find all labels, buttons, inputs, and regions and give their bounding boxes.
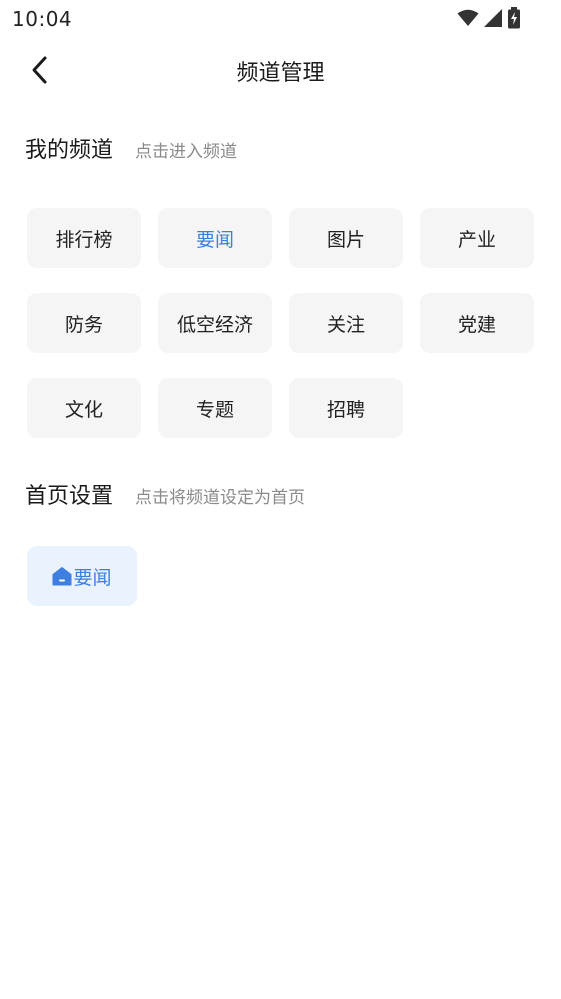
channel-management-page: 10:04 频道管理 我的频道 点击进入频道 排行榜 要闻 图片 产业 防务 低…: [0, 0, 561, 999]
channel-chip[interactable]: 关注: [289, 293, 403, 353]
status-bar: 10:04: [0, 0, 561, 36]
my-channels-hint: 点击进入频道: [135, 142, 238, 162]
home-channel-chip[interactable]: 要闻: [27, 546, 137, 606]
status-icons: [457, 7, 521, 29]
channel-chip[interactable]: 低空经济: [158, 293, 272, 353]
my-channels-header: 我的频道 点击进入频道: [25, 132, 237, 164]
home-settings-header: 首页设置 点击将频道设定为首页: [25, 478, 305, 510]
channel-chip[interactable]: 专题: [158, 378, 272, 438]
cellular-signal-icon: [484, 9, 502, 27]
channel-chip-active[interactable]: 要闻: [158, 208, 272, 268]
my-channels-title: 我的频道: [25, 138, 114, 163]
home-channel-label: 要闻: [73, 566, 112, 589]
channel-chip[interactable]: 防务: [27, 293, 141, 353]
channel-grid: 排行榜 要闻 图片 产业 防务 低空经济 关注 党建 文化 专题 招聘: [27, 208, 534, 438]
nav-bar: 频道管理: [0, 40, 561, 100]
channel-chip[interactable]: 党建: [420, 293, 534, 353]
channel-chip[interactable]: 招聘: [289, 378, 403, 438]
home-icon: [52, 567, 72, 586]
home-settings-title: 首页设置: [25, 484, 114, 509]
channel-chip[interactable]: 产业: [420, 208, 534, 268]
channel-chip[interactable]: 文化: [27, 378, 141, 438]
battery-charging-icon: [508, 7, 520, 29]
home-settings-hint: 点击将频道设定为首页: [135, 488, 306, 508]
wifi-icon: [457, 9, 479, 26]
status-time: 10:04: [12, 7, 73, 31]
channel-chip[interactable]: 排行榜: [27, 208, 141, 268]
page-title: 频道管理: [236, 61, 325, 86]
channel-chip[interactable]: 图片: [289, 208, 403, 268]
